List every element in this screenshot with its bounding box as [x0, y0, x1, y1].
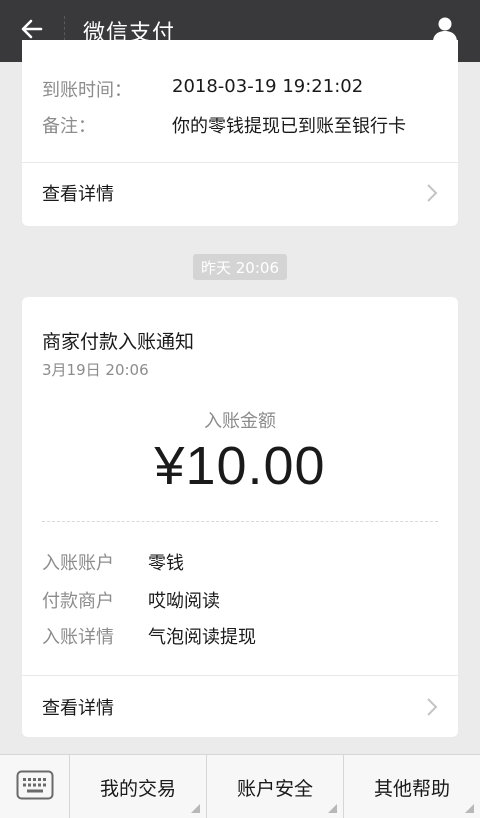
remark-row: 备注： 你的零钱提现已到账至银行卡	[42, 112, 406, 138]
account-row: 入账账户 零钱	[42, 549, 184, 575]
view-details-label: 查看详情	[42, 697, 114, 719]
menu-label: 我的交易	[99, 777, 176, 800]
menu-other-help[interactable]: 其他帮助	[344, 755, 480, 818]
remark-label: 备注：	[42, 116, 96, 137]
notice-date: 3月19日 20:06	[42, 361, 149, 379]
view-details-label: 查看详情	[42, 183, 114, 205]
view-details-row[interactable]: 查看详情	[22, 162, 458, 222]
merchant-value: 哎呦阅读	[148, 591, 220, 612]
arrival-time-label: 到账时间：	[42, 80, 132, 101]
arrival-time-row: 到账时间： 2018-03-19 19:21:02	[42, 76, 363, 102]
view-details-row[interactable]: 查看详情	[22, 675, 458, 737]
submenu-corner-mark	[465, 804, 474, 813]
menu-account-security[interactable]: 账户安全	[207, 755, 344, 818]
amount-label: 入账金额	[204, 411, 276, 432]
chevron-right-icon	[426, 183, 438, 203]
menu-label: 其他帮助	[373, 777, 450, 800]
submenu-corner-mark	[328, 804, 337, 813]
arrival-time-value: 2018-03-19 19:21:02	[172, 76, 364, 97]
timestamp-badge: 昨天 20:06	[193, 254, 287, 280]
menu-my-transactions[interactable]: 我的交易	[70, 755, 207, 818]
keyboard-toggle-button[interactable]	[0, 755, 70, 818]
payment-notice-card[interactable]: 商家付款入账通知 3月19日 20:06 入账金额 ¥10.00 入账账户 零钱…	[22, 297, 458, 737]
chevron-right-icon	[426, 697, 438, 717]
detail-info-row: 入账详情 气泡阅读提现	[42, 623, 256, 649]
amount-value: ¥10.00	[154, 436, 326, 496]
detail-info-value: 气泡阅读提现	[148, 627, 256, 648]
detail-info-label: 入账详情	[42, 627, 114, 648]
merchant-row: 付款商户 哎呦阅读	[42, 587, 220, 613]
keyboard-icon	[16, 770, 54, 804]
bottom-menu-bar: 我的交易 账户安全 其他帮助	[0, 754, 480, 818]
account-label: 入账账户	[42, 553, 114, 574]
dashed-divider	[42, 521, 438, 522]
submenu-corner-mark	[191, 804, 200, 813]
previous-message-card: 到账时间： 2018-03-19 19:21:02 备注： 你的零钱提现已到账至…	[22, 40, 458, 226]
remark-value: 你的零钱提现已到账至银行卡	[172, 116, 406, 137]
account-value: 零钱	[148, 553, 184, 574]
merchant-label: 付款商户	[42, 591, 114, 612]
menu-label: 账户安全	[236, 777, 313, 800]
notice-title: 商家付款入账通知	[42, 331, 195, 353]
